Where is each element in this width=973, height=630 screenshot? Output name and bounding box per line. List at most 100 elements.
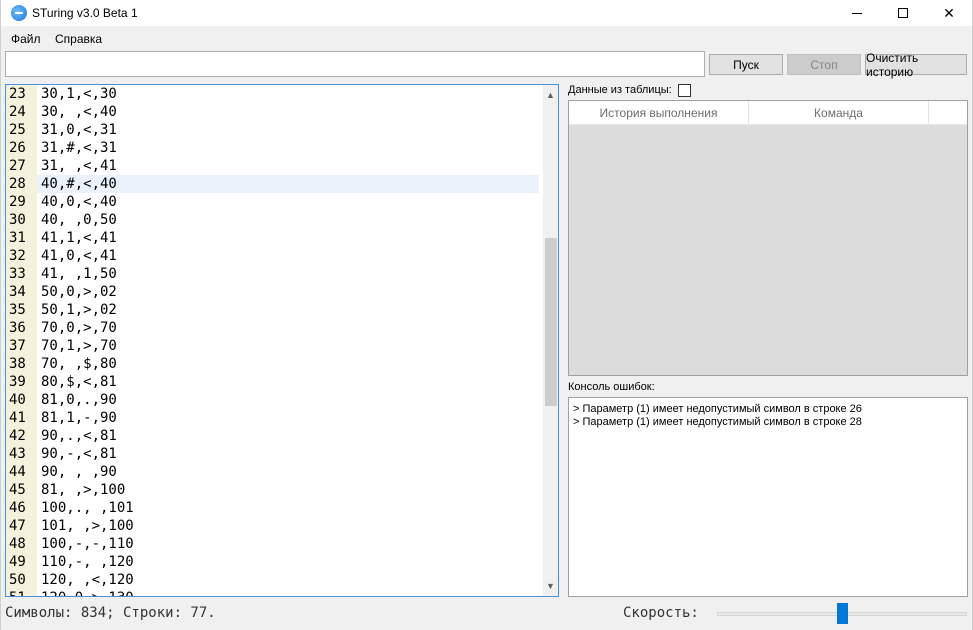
code-line[interactable]: 40 81,0,.,90 [6,391,542,409]
maximize-icon [898,8,908,18]
run-button[interactable]: Пуск [709,54,783,75]
window-title: STuring v3.0 Beta 1 [32,6,138,20]
speed-slider-thumb[interactable] [836,603,848,624]
line-text[interactable]: 41,1,<,41 [41,229,117,247]
code-line[interactable]: 48 100,-,-,110 [6,535,542,553]
line-text[interactable]: 90, , ,90 [41,463,117,481]
menu-file[interactable]: Файл [11,32,41,46]
stop-button[interactable]: Стоп [787,54,861,75]
code-line[interactable]: 39 80,$,<,81 [6,373,542,391]
line-number: 43 [9,446,26,462]
table-data-checkbox[interactable] [678,84,691,97]
line-text[interactable]: 90,-,<,81 [41,445,117,463]
code-line[interactable]: 34 50,0,>,02 [6,283,542,301]
code-line[interactable]: 29 40,0,<,40 [6,193,542,211]
line-text[interactable]: 120,0,>,130 [41,589,134,596]
code-line[interactable]: 25 31,0,<,31 [6,121,542,139]
line-text[interactable]: 50,1,>,02 [41,301,117,319]
line-text[interactable]: 70,0,>,70 [41,319,117,337]
line-text[interactable]: 110,-, ,120 [41,553,134,571]
line-text[interactable]: 40,#,<,40 [41,175,117,193]
close-button[interactable]: ✕ [926,0,972,26]
scroll-down-icon[interactable]: ▼ [546,581,555,591]
scrollbar-thumb[interactable] [545,238,557,406]
line-number: 41 [9,410,26,426]
line-number: 26 [9,140,26,156]
code-line[interactable]: 24 30, ,<,40 [6,103,542,121]
command-input[interactable] [5,51,705,77]
status-text: Символы: 834; Строки: 77. [5,605,216,621]
line-text[interactable]: 81,1,-,90 [41,409,117,427]
line-text[interactable]: 50,0,>,02 [41,283,117,301]
line-text[interactable]: 81,0,.,90 [41,391,117,409]
code-line[interactable]: 45 81, ,>,100 [6,481,542,499]
scroll-up-icon[interactable]: ▲ [546,90,555,100]
code-line[interactable]: 28 40,#,<,40 [6,175,542,193]
line-number: 42 [9,428,26,444]
column-command[interactable]: Команда [749,101,929,125]
line-number: 47 [9,518,26,534]
line-number: 45 [9,482,26,498]
code-line[interactable]: 31 41,1,<,41 [6,229,542,247]
line-text[interactable]: 30, ,<,40 [41,103,117,121]
code-line[interactable]: 35 50,1,>,02 [6,301,542,319]
code-line[interactable]: 37 70,1,>,70 [6,337,542,355]
line-text[interactable]: 90,.,<,81 [41,427,117,445]
code-line[interactable]: 46 100,., ,101 [6,499,542,517]
line-text[interactable]: 31, ,<,41 [41,157,117,175]
line-text[interactable]: 70, ,$,80 [41,355,117,373]
column-history[interactable]: История выполнения [569,101,749,125]
line-number: 30 [9,212,26,228]
code-line[interactable]: 27 31, ,<,41 [6,157,542,175]
code-line[interactable]: 51 120,0,>,130 [6,589,542,596]
line-text[interactable]: 41,0,<,41 [41,247,117,265]
minimize-button[interactable] [834,0,880,26]
line-text[interactable]: 31,0,<,31 [41,121,117,139]
line-text[interactable]: 31,#,<,31 [41,139,117,157]
maximize-button[interactable] [880,0,926,26]
line-number: 49 [9,554,26,570]
code-line[interactable]: 47 101, ,>,100 [6,517,542,535]
code-line[interactable]: 44 90, , ,90 [6,463,542,481]
code-line[interactable]: 33 41, ,1,50 [6,265,542,283]
menu-help[interactable]: Справка [55,32,102,46]
line-number: 27 [9,158,26,174]
code-line[interactable]: 30 40, ,0,50 [6,211,542,229]
line-number: 37 [9,338,26,354]
code-lines[interactable]: 23 30,1,<,30 24 30, ,<,40 25 31,0,<,31 26 31,#,… [6,85,542,596]
line-text[interactable]: 100,., ,101 [41,499,134,517]
line-number: 39 [9,374,26,390]
line-number: 32 [9,248,26,264]
history-table[interactable]: История выполнения Команда [568,100,968,376]
code-line[interactable]: 26 31,#,<,31 [6,139,542,157]
code-line[interactable]: 36 70,0,>,70 [6,319,542,337]
code-line[interactable]: 38 70, ,$,80 [6,355,542,373]
editor-scrollbar[interactable]: ▲ ▼ [543,85,558,596]
line-text[interactable]: 80,$,<,81 [41,373,117,391]
code-line[interactable]: 50 120, ,<,120 [6,571,542,589]
menu-bar: Файл Справка [1,29,972,49]
line-text[interactable]: 70,1,>,70 [41,337,117,355]
line-text[interactable]: 101, ,>,100 [41,517,134,535]
code-line[interactable]: 23 30,1,<,30 [6,85,542,103]
line-text[interactable]: 81, ,>,100 [41,481,125,499]
code-line[interactable]: 32 41,0,<,41 [6,247,542,265]
line-number: 51 [9,589,37,596]
line-text[interactable]: 41, ,1,50 [41,265,117,283]
code-line[interactable]: 49 110,-, ,120 [6,553,542,571]
clear-history-button[interactable]: Очистить историю [865,51,967,79]
code-line[interactable]: 41 81,1,-,90 [6,409,542,427]
code-line[interactable]: 43 90,-,<,81 [6,445,542,463]
line-text[interactable]: 100,-,-,110 [41,535,134,553]
line-text[interactable]: 30,1,<,30 [41,85,117,103]
app-window: STuring v3.0 Beta 1 ✕ Файл Справка Пуск … [0,0,973,630]
history-table-header: История выполнения Команда [569,101,967,125]
line-text[interactable]: 40,0,<,40 [41,193,117,211]
code-editor[interactable]: 23 30,1,<,30 24 30, ,<,40 25 31,0,<,31 26 31,#,… [5,84,559,597]
code-line[interactable]: 42 90,.,<,81 [6,427,542,445]
line-number: 40 [9,392,26,408]
line-text[interactable]: 120, ,<,120 [41,571,134,589]
app-logo-icon [11,5,27,21]
error-console[interactable]: > Параметр (1) имеет недопустимый символ… [568,397,968,597]
line-text[interactable]: 40, ,0,50 [41,211,117,229]
